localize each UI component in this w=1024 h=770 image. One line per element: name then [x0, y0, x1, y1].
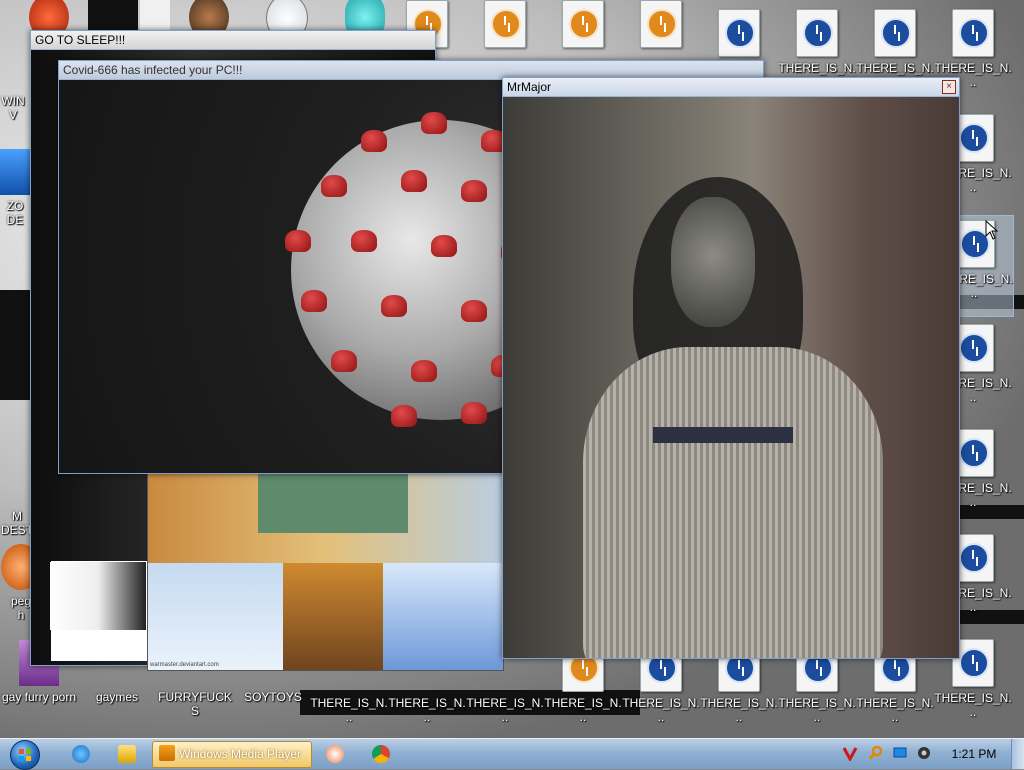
network-monitor-icon[interactable]: [892, 745, 908, 761]
icon-label: THERE_IS_N...: [856, 696, 934, 724]
icon-label: THERE_IS_N...: [466, 696, 544, 724]
glitch-band: [88, 0, 138, 30]
show-desktop-button[interactable]: [1011, 739, 1024, 769]
window-title: MrMajor: [507, 80, 551, 94]
clock-file-icon: [484, 0, 526, 48]
creepy-doll-image: [503, 97, 959, 658]
icon-label: SOYTOYS: [244, 690, 302, 704]
figure-panel: [283, 563, 383, 670]
doll-dress: [583, 347, 883, 658]
window-title: Covid-666 has infected your PC!!!: [63, 63, 243, 77]
taskbar: Windows Media Player 1:21 PM: [0, 738, 1024, 770]
icon-label: gay furry porn: [1, 690, 77, 704]
ie-icon[interactable]: [72, 745, 90, 763]
icon-label: THERE_IS_N...: [310, 696, 388, 724]
clock-file-icon: [640, 0, 682, 48]
icon-label: THERE_IS_N...: [622, 696, 700, 724]
collage-image: warmaster.deviantart.com: [147, 472, 504, 671]
media-player-icon: [159, 745, 175, 761]
icon-label: THERE_IS_N...: [700, 696, 778, 724]
explorer-icon[interactable]: [118, 745, 136, 763]
doll-ribbon: [653, 427, 793, 443]
glitch-band: [140, 0, 170, 30]
mrmajor-window[interactable]: MrMajor ×: [502, 77, 960, 659]
sky-panel: [148, 563, 283, 670]
system-clock[interactable]: 1:21 PM: [944, 739, 1004, 769]
window-title: GO TO SLEEP!!!: [35, 33, 126, 47]
doll-face: [671, 197, 755, 327]
watermark-text: warmaster.deviantart.com: [150, 662, 219, 668]
icon-label: THERE_IS_N...: [388, 696, 466, 724]
speaker-icon[interactable]: [916, 745, 932, 761]
collage-fragment: [50, 562, 146, 630]
taskbar-item-label: Windows Media Player: [179, 747, 302, 761]
desktop: THERE_IS_N... THERE_IS_N... THERE_IS_N..…: [0, 0, 1024, 738]
antivirus-v-icon[interactable]: [842, 745, 858, 761]
close-button[interactable]: ×: [942, 80, 956, 94]
icon-label: FURRYFUCKS: [158, 690, 232, 718]
green-shirt-panel: [258, 473, 408, 533]
window-titlebar[interactable]: GO TO SLEEP!!!: [31, 31, 435, 50]
clock-file-icon: [952, 9, 994, 57]
clock-file-icon: [562, 0, 604, 48]
icon-label: gaymes: [95, 690, 139, 704]
search-magnifier-icon[interactable]: [868, 745, 884, 761]
clock-file-icon: [796, 9, 838, 57]
bug-icon[interactable]: [326, 745, 344, 763]
clock-file-icon: [874, 9, 916, 57]
mouse-cursor-icon: [985, 220, 999, 240]
taskbar-item-media-player[interactable]: Windows Media Player: [152, 741, 312, 768]
clock-file-icon: [718, 9, 760, 57]
icon-label: THERE_IS_N...: [934, 691, 1012, 719]
icon-label: THERE_IS_N...: [778, 696, 856, 724]
start-orb-icon[interactable]: [10, 740, 40, 770]
glitch-band: [0, 290, 30, 400]
window-titlebar[interactable]: MrMajor ×: [503, 78, 959, 97]
hand-panel: [383, 563, 503, 670]
icon-label: THERE_IS_N...: [544, 696, 622, 724]
chrome-icon[interactable]: [372, 745, 390, 763]
